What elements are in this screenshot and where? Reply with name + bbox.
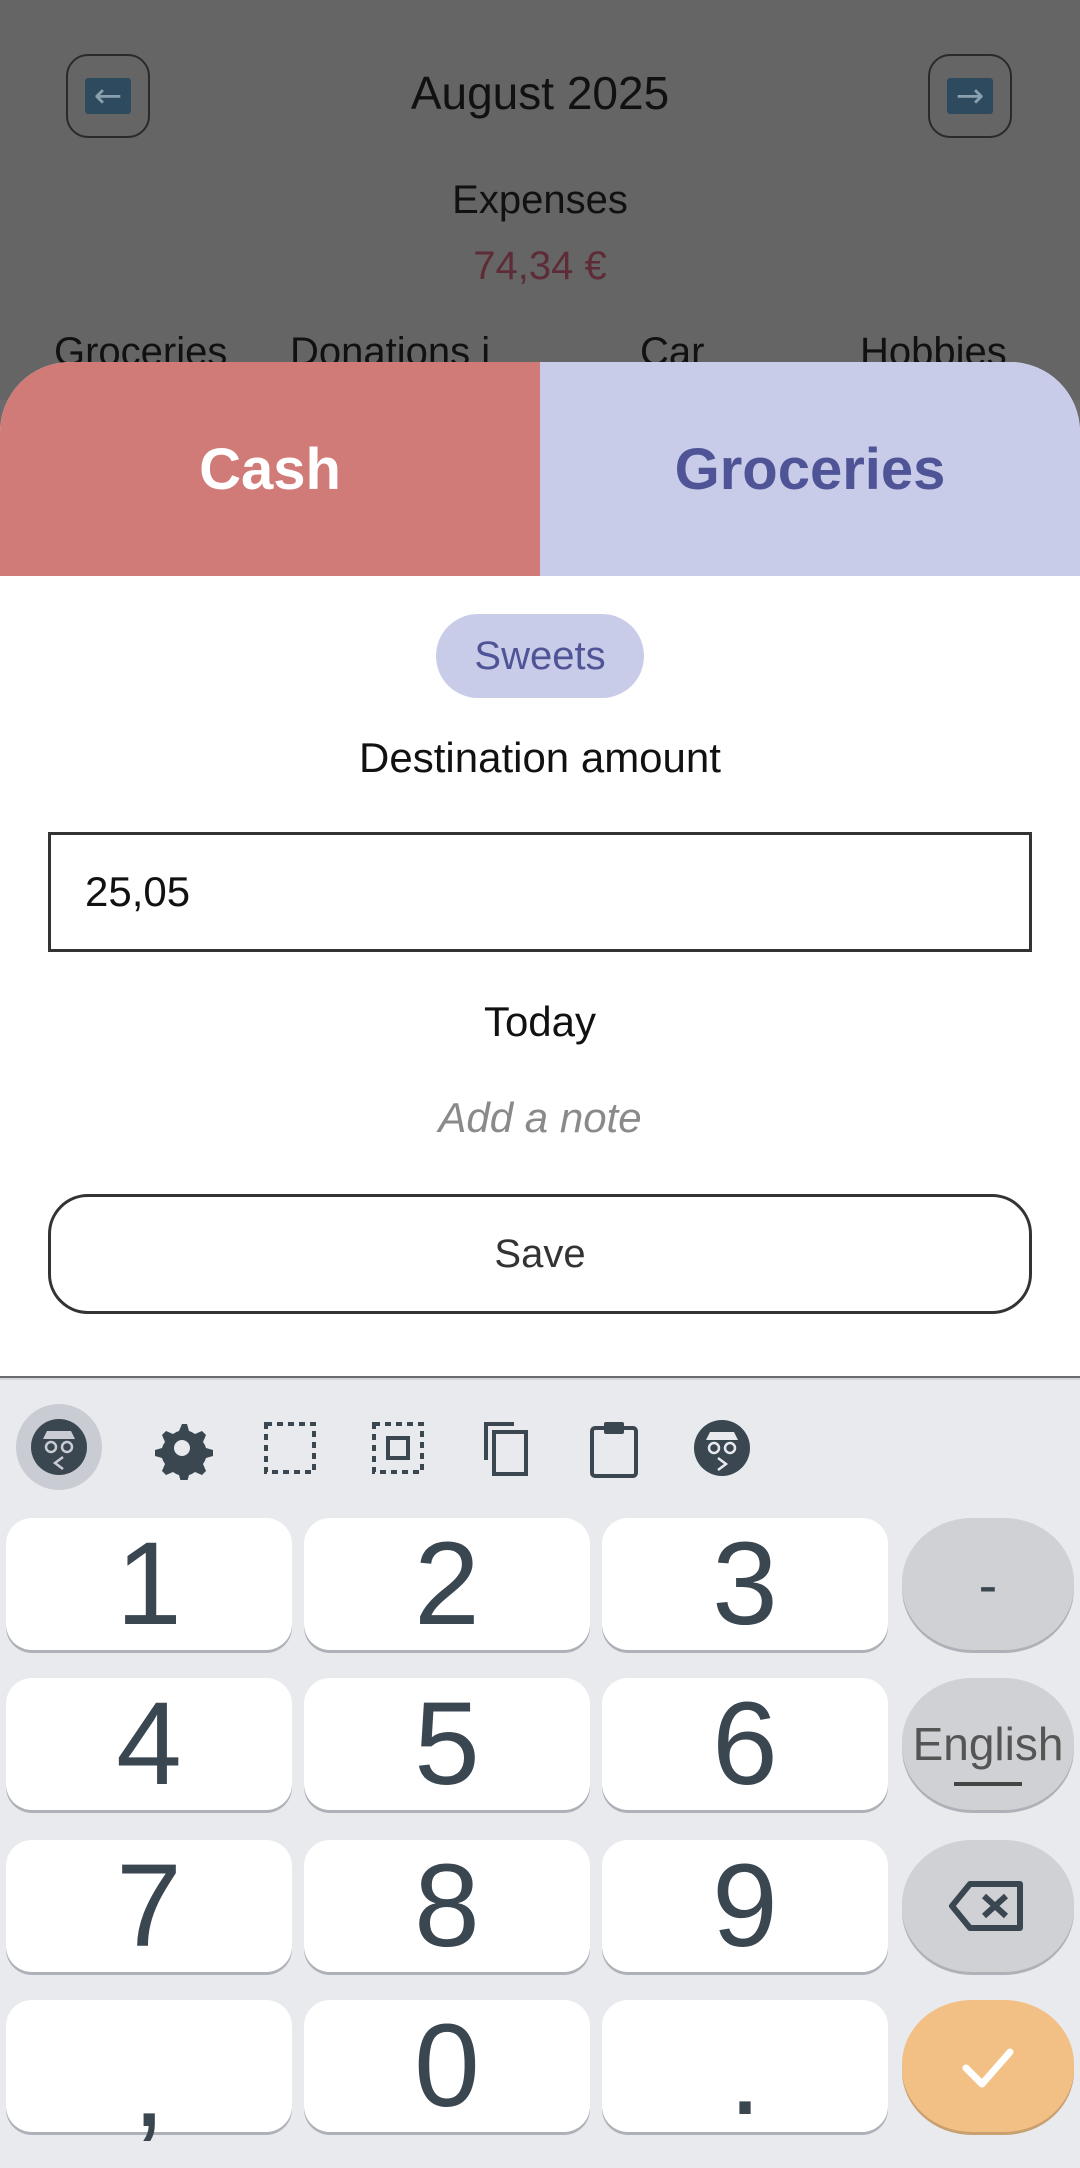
- copy-button[interactable]: [466, 1408, 546, 1488]
- save-button[interactable]: Save: [48, 1194, 1032, 1314]
- source-account-button[interactable]: Cash: [0, 362, 540, 576]
- paste-icon: [590, 1422, 638, 1478]
- key-9[interactable]: 9: [602, 1840, 888, 1972]
- select-button[interactable]: [250, 1408, 330, 1488]
- incognito-prev-icon: [31, 1419, 87, 1475]
- note-field[interactable]: Add a note: [0, 1094, 1080, 1142]
- key-minus[interactable]: -: [902, 1518, 1074, 1650]
- amount-input[interactable]: 25,05: [48, 832, 1032, 952]
- key-1[interactable]: 1: [6, 1518, 292, 1650]
- language-label: English: [912, 1718, 1064, 1770]
- expenses-label: Expenses: [452, 178, 628, 222]
- language-indicator: [954, 1782, 1022, 1786]
- language-switch-key[interactable]: English: [902, 1678, 1074, 1810]
- select-icon: [264, 1422, 316, 1474]
- incognito-next-button[interactable]: [682, 1408, 762, 1488]
- expenses-value: 74,34 €: [473, 244, 607, 288]
- key-5[interactable]: 5: [304, 1678, 590, 1810]
- settings-button[interactable]: [142, 1408, 222, 1488]
- date-selector[interactable]: Today: [0, 998, 1080, 1046]
- incognito-next-icon: [694, 1420, 750, 1476]
- key-0[interactable]: 0: [304, 2000, 590, 2132]
- arrow-right-icon: →: [947, 78, 993, 114]
- key-2[interactable]: 2: [304, 1518, 590, 1650]
- backspace-key[interactable]: [902, 1840, 1074, 1972]
- tag-chip[interactable]: Sweets: [436, 614, 644, 698]
- key-comma[interactable]: ,: [6, 2000, 292, 2152]
- select-all-icon: [372, 1422, 424, 1474]
- copy-icon: [484, 1422, 528, 1476]
- key-period[interactable]: .: [602, 2000, 888, 2140]
- destination-category-button[interactable]: Groceries: [540, 362, 1080, 576]
- next-month-button[interactable]: →: [928, 54, 1012, 138]
- key-6[interactable]: 6: [602, 1678, 888, 1810]
- numeric-keyboard: 1 2 3 - 4 5 6 English 7 8 9 , 0 .: [0, 1378, 1080, 2168]
- key-7[interactable]: 7: [6, 1840, 292, 1972]
- month-title: August 2025: [410, 67, 670, 119]
- checkmark-icon: [962, 2048, 1014, 2088]
- incognito-prev-button[interactable]: [16, 1404, 102, 1490]
- key-4[interactable]: 4: [6, 1678, 292, 1810]
- backspace-icon: [949, 1881, 1023, 1931]
- background-screen: ← August 2025 → Expenses 74,34 € Groceri…: [0, 0, 1080, 400]
- select-all-button[interactable]: [358, 1408, 438, 1488]
- key-3[interactable]: 3: [602, 1518, 888, 1650]
- enter-key[interactable]: [902, 2000, 1074, 2132]
- transaction-sheet: Cash Groceries Sweets Destination amount…: [0, 362, 1080, 1376]
- paste-button[interactable]: [574, 1408, 654, 1488]
- destination-amount-label: Destination amount: [359, 734, 721, 781]
- key-8[interactable]: 8: [304, 1840, 590, 1972]
- gear-icon: [155, 1424, 213, 1480]
